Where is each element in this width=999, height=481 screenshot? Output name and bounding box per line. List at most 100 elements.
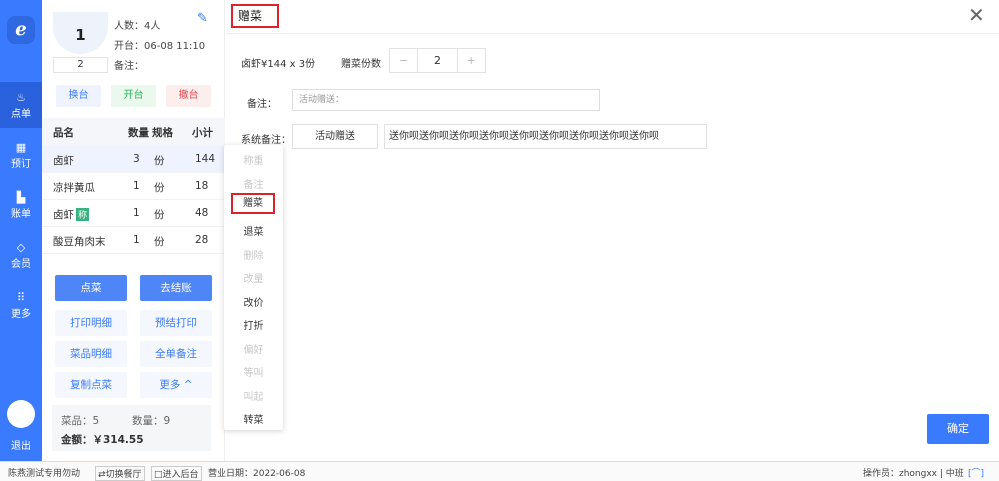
- header-qty: 数量: [128, 127, 149, 139]
- gift-qty-stepper: − 2 +: [389, 48, 486, 73]
- table-guests: 2: [53, 57, 108, 73]
- row-qty: 1: [133, 234, 140, 246]
- checkout-button[interactable]: 去结账: [140, 275, 212, 301]
- whole-note-button[interactable]: 全单备注: [140, 341, 212, 367]
- app-window: ℯ ♨ 点单 ▦ 预订 ▙ 账单 ◇ 会员 ⠿ 更多 退出 1 2 人数：4人 …: [0, 0, 999, 481]
- row-unit: 份: [154, 155, 165, 167]
- note-input[interactable]: 活动赠送：: [292, 89, 600, 111]
- menu-item-transfer[interactable]: 转菜: [224, 411, 283, 426]
- nav-item-label: 点单: [11, 109, 31, 120]
- close-icon[interactable]: ✕: [968, 3, 985, 27]
- minus-button[interactable]: −: [390, 49, 417, 72]
- diamond-icon: ◇: [16, 241, 26, 254]
- row-name: 卤虾: [53, 209, 74, 221]
- table-row[interactable]: 凉拌黄瓜 1 份 18: [42, 173, 225, 200]
- order-dish-button[interactable]: 点菜: [55, 275, 127, 301]
- bar-chart-icon: ▙: [16, 191, 26, 204]
- order-summary: 菜品：5 数量：9 金额：￥314.55: [52, 405, 211, 451]
- header-unit: 规格: [152, 127, 173, 139]
- row-subtotal: 28: [195, 234, 209, 246]
- print-detail-button[interactable]: 打印明细: [55, 310, 127, 336]
- menu-item-gift[interactable]: 赠菜: [231, 193, 275, 214]
- enter-backend-button[interactable]: □进入后台: [151, 466, 202, 481]
- more-button[interactable]: 更多 ^: [140, 372, 212, 398]
- menu-item-preference[interactable]: 偏好: [224, 341, 283, 356]
- table-row[interactable]: 卤虾 3 份 144: [42, 146, 225, 173]
- row-name-wrap: 卤虾称: [53, 207, 90, 222]
- menu-item-return[interactable]: 退菜: [224, 223, 283, 238]
- nav-item-order[interactable]: ♨ 点单: [0, 82, 42, 128]
- menu-item-discount[interactable]: 打折: [224, 317, 283, 332]
- menu-item-change-qty[interactable]: 改量: [224, 270, 283, 285]
- sys-note-button[interactable]: 活动赠送: [292, 124, 378, 149]
- row-subtotal: 48: [195, 207, 209, 219]
- table-note: 备注：: [114, 61, 144, 72]
- nav-item-more[interactable]: ⠿ 更多: [0, 282, 42, 328]
- row-subtotal: 18: [195, 180, 209, 192]
- gift-qty-label: 赠菜份数: [341, 59, 381, 70]
- header-subtotal: 小计: [192, 127, 213, 139]
- note-label: 备注：: [247, 99, 277, 110]
- change-table-button[interactable]: 换台: [56, 85, 101, 107]
- nav-item-bills[interactable]: ▙ 账单: [0, 182, 42, 228]
- nav-item-label: 会员: [11, 259, 31, 270]
- context-menu: 称重 备注 赠菜 退菜 删除 改量 改价 打折 偏好 等叫 叫起 转菜: [224, 145, 283, 430]
- left-nav: ℯ ♨ 点单 ▦ 预订 ▙ 账单 ◇ 会员 ⠿ 更多 退出: [0, 0, 42, 461]
- calendar-icon: ▦: [15, 141, 27, 154]
- sys-note-input[interactable]: 送你呗送你呗送你呗送你呗送你呗送你呗送你呗送你呗送你呗: [384, 124, 707, 149]
- dialog-title: 赠菜: [231, 4, 279, 28]
- table-number: 1: [53, 12, 108, 54]
- row-unit: 份: [154, 182, 165, 194]
- table-card[interactable]: 1 2: [53, 12, 108, 74]
- pre-print-button[interactable]: 预结打印: [140, 310, 212, 336]
- summary-dishes: 菜品：5: [61, 415, 100, 427]
- menu-item-delete[interactable]: 删除: [224, 247, 283, 262]
- summary-amount: 金额：￥314.55: [61, 434, 144, 446]
- dish-detail-button[interactable]: 菜品明细: [55, 341, 127, 367]
- confirm-button[interactable]: 确定: [927, 414, 989, 444]
- header-name: 品名: [53, 127, 74, 139]
- menu-item-call[interactable]: 叫起: [224, 388, 283, 403]
- nav-item-label: 更多: [11, 309, 31, 320]
- row-qty: 1: [133, 180, 140, 192]
- nav-item-reserve[interactable]: ▦ 预订: [0, 132, 42, 178]
- row-qty: 3: [133, 153, 140, 165]
- logout-button[interactable]: 退出: [0, 437, 42, 452]
- menu-item-weigh[interactable]: 称重: [224, 152, 283, 167]
- pot-icon: ♨: [16, 91, 26, 104]
- menu-item-hold[interactable]: 等叫: [224, 364, 283, 379]
- row-name: 卤虾: [53, 155, 74, 167]
- sys-note-label: 系统备注：: [241, 135, 291, 146]
- table-opened: 开台：06-08 11:10: [114, 41, 206, 52]
- table-row[interactable]: 卤虾称 1 份 48: [42, 200, 225, 227]
- table-people: 人数：4人: [114, 21, 161, 32]
- order-table-header: 品名 数量 规格 小计: [42, 118, 225, 146]
- gift-qty-value[interactable]: 2: [417, 49, 458, 72]
- table-row[interactable]: 酸豆角肉末 1 份 28: [42, 227, 225, 254]
- open-table-button[interactable]: 开台: [111, 85, 156, 107]
- grid-icon: ⠿: [16, 291, 26, 304]
- copy-order-button[interactable]: 复制点菜: [55, 372, 127, 398]
- nav-item-member[interactable]: ◇ 会员: [0, 232, 42, 278]
- footer-restaurant: 陈燕测试专用勿动: [8, 469, 81, 479]
- app-logo-icon: ℯ: [7, 16, 35, 44]
- avatar[interactable]: [7, 400, 35, 428]
- row-unit: 份: [154, 236, 165, 248]
- row-unit: 份: [154, 209, 165, 221]
- business-date: 营业日期：2022-06-08: [208, 469, 306, 479]
- dialog-item: 卤虾¥144 x 3份: [241, 59, 316, 70]
- row-subtotal: 144: [195, 153, 216, 165]
- plus-button[interactable]: +: [458, 49, 485, 72]
- operator-info: 操作员：zhongxx | 中班: [863, 469, 964, 479]
- nav-item-label: 预订: [11, 159, 31, 170]
- shift-icon[interactable]: [⌒]: [968, 466, 984, 479]
- row-qty: 1: [133, 207, 140, 219]
- weigh-tag: 称: [76, 208, 90, 221]
- edit-icon[interactable]: ✎: [197, 11, 208, 26]
- switch-restaurant-button[interactable]: ⇄切换餐厅: [95, 466, 145, 481]
- row-name: 酸豆角肉末: [53, 236, 106, 248]
- order-panel: 1 2 人数：4人 开台：06-08 11:10 备注： ✎ 换台 开台 撤台 …: [42, 0, 225, 461]
- cancel-table-button[interactable]: 撤台: [166, 85, 211, 107]
- menu-item-note[interactable]: 备注: [224, 176, 283, 191]
- menu-item-change-price[interactable]: 改价: [224, 294, 283, 309]
